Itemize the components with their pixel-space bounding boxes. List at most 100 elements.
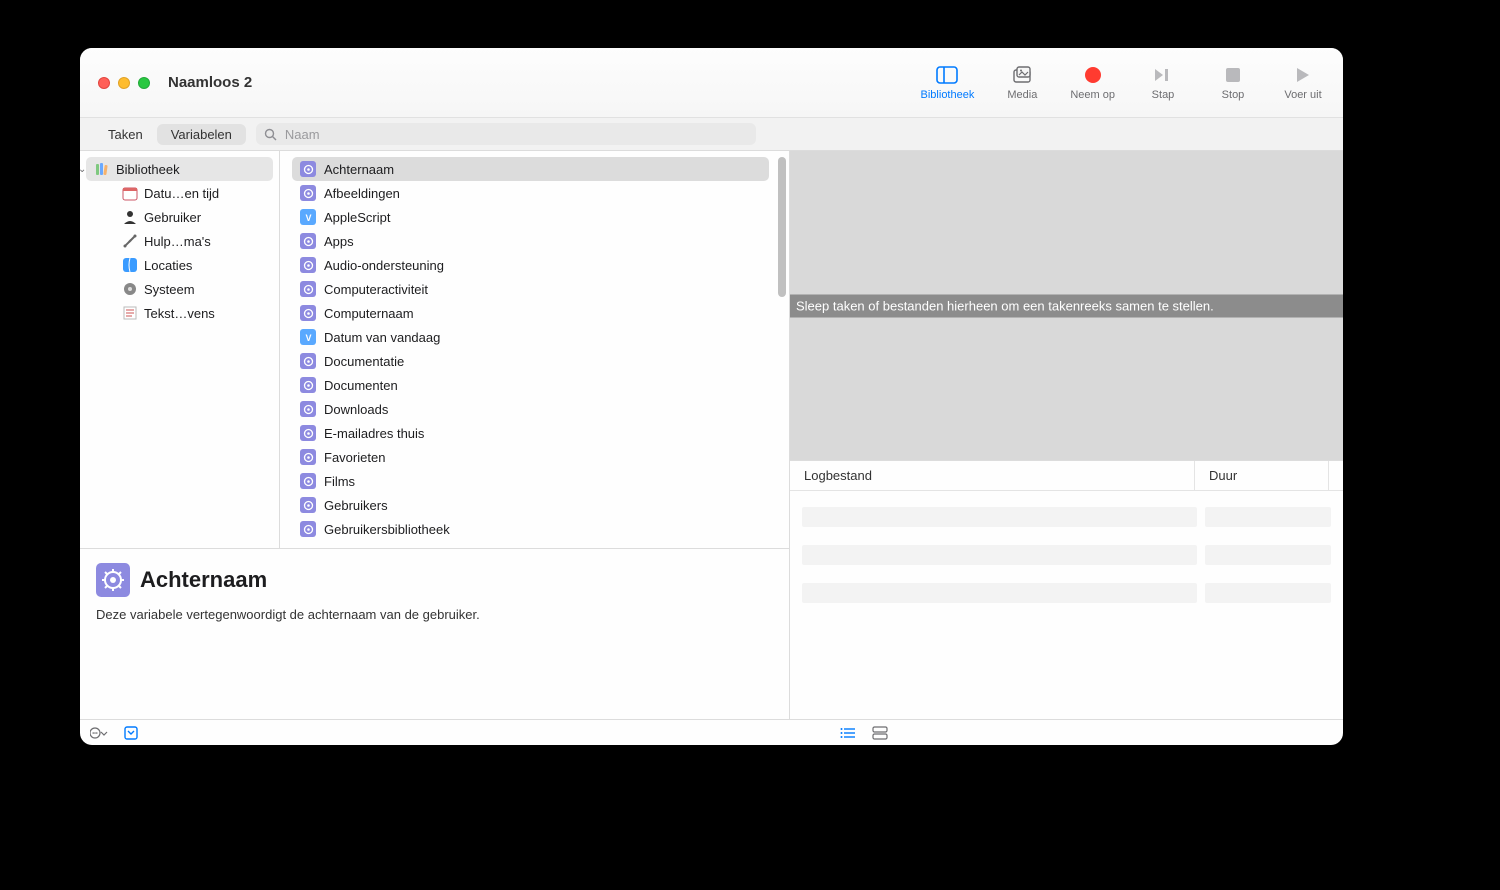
variable-label: E-mailadres thuis [324, 426, 424, 441]
log-col-duration[interactable]: Duur [1195, 461, 1329, 490]
variable-label: Computernaam [324, 306, 414, 321]
variable-gear-icon [300, 161, 316, 177]
description-body: Deze variabele vertegenwoordigt de achte… [96, 607, 773, 622]
zoom-button[interactable] [138, 77, 150, 89]
close-button[interactable] [98, 77, 110, 89]
variable-item[interactable]: Documentatie [292, 349, 769, 373]
category-system[interactable]: Systeem [86, 277, 273, 301]
stop-button[interactable]: Stop [1211, 65, 1255, 101]
minimize-button[interactable] [118, 77, 130, 89]
variable-label: Afbeeldingen [324, 186, 400, 201]
variable-item[interactable]: Films [292, 469, 769, 493]
category-library[interactable]: ⌄ Bibliotheek [86, 157, 273, 181]
log-view-rows[interactable] [871, 724, 889, 742]
tab-tasks[interactable]: Taken [94, 124, 157, 145]
variable-item[interactable]: V Datum van vandaag [292, 325, 769, 349]
variable-label: Documentatie [324, 354, 404, 369]
description-toggle[interactable] [122, 724, 140, 742]
text-icon [122, 305, 138, 321]
tab-variables[interactable]: Variabelen [157, 124, 246, 145]
variable-label: Datum van vandaag [324, 330, 440, 345]
variable-gear-icon [300, 497, 316, 513]
variable-gear-icon [300, 449, 316, 465]
library-icon [94, 161, 110, 177]
variable-item[interactable]: Computeractiviteit [292, 277, 769, 301]
variable-item[interactable]: E-mailadres thuis [292, 421, 769, 445]
variable-item[interactable]: V AppleScript [292, 205, 769, 229]
variable-gear-icon [300, 425, 316, 441]
record-button[interactable]: Neem op [1070, 65, 1115, 101]
variable-item[interactable]: Gebruikers [292, 493, 769, 517]
titlebar: Naamloos 2 Bibliotheek Media Neem op [80, 48, 1343, 118]
description-title: Achternaam [140, 567, 267, 593]
run-button[interactable]: Voer uit [1281, 65, 1325, 101]
variable-item[interactable]: Computernaam [292, 301, 769, 325]
step-icon [1152, 65, 1174, 85]
finder-icon [122, 257, 138, 273]
category-datetime[interactable]: Datu…en tijd [86, 181, 273, 205]
user-icon [122, 209, 138, 225]
category-text[interactable]: Tekst…vens [86, 301, 273, 325]
variable-gear-icon [300, 305, 316, 321]
log-panel: Logbestand Duur [790, 460, 1343, 719]
category-tree[interactable]: ⌄ Bibliotheek Datu…en tijd [80, 151, 280, 548]
svg-text:V: V [305, 213, 311, 223]
status-bar [80, 719, 1343, 745]
variable-label: AppleScript [324, 210, 390, 225]
library-tabs: Taken Variabelen [94, 124, 246, 145]
variable-gear-icon [300, 185, 316, 201]
step-button[interactable]: Stap [1141, 65, 1185, 101]
disclosure-triangle-icon[interactable]: ⌄ [80, 164, 86, 175]
log-col-file[interactable]: Logbestand [790, 461, 1195, 490]
category-user[interactable]: Gebruiker [86, 205, 273, 229]
variable-item[interactable]: Favorieten [292, 445, 769, 469]
variable-item[interactable]: Audio-ondersteuning [292, 253, 769, 277]
variable-item[interactable]: Achternaam [292, 157, 769, 181]
log-row [802, 545, 1331, 565]
workflow-panel: Sleep taken of bestanden hierheen om een… [790, 151, 1343, 719]
log-row [802, 583, 1331, 603]
search-icon [264, 128, 277, 141]
workflow-canvas[interactable]: Sleep taken of bestanden hierheen om een… [790, 151, 1343, 460]
category-locations[interactable]: Locaties [86, 253, 273, 277]
variable-gear-icon [300, 281, 316, 297]
toolbar: Bibliotheek Media Neem op Stap [921, 65, 1325, 101]
variable-item[interactable]: Apps [292, 229, 769, 253]
variable-label: Favorieten [324, 450, 385, 465]
variable-v-icon: V [300, 329, 316, 345]
search-input[interactable] [283, 126, 748, 143]
variable-label: Films [324, 474, 355, 489]
variable-gear-icon [300, 521, 316, 537]
variable-item[interactable]: Downloads [292, 397, 769, 421]
calendar-icon [122, 185, 138, 201]
category-label: Datu…en tijd [144, 186, 219, 201]
category-label: Hulp…ma's [144, 234, 211, 249]
record-icon [1082, 65, 1104, 85]
log-body [790, 491, 1343, 719]
options-menu[interactable] [90, 724, 108, 742]
variable-list[interactable]: Achternaam Afbeeldingen V AppleScript Apps Au… [280, 151, 789, 548]
variable-gear-icon [300, 377, 316, 393]
svg-text:V: V [305, 333, 311, 343]
variable-item[interactable]: Gebruikersbibliotheek [292, 517, 769, 541]
variable-label: Achternaam [324, 162, 394, 177]
category-label: Bibliotheek [116, 162, 180, 177]
category-label: Locaties [144, 258, 192, 273]
variable-label: Gebruikersbibliotheek [324, 522, 450, 537]
variable-item[interactable]: Documenten [292, 373, 769, 397]
search-field[interactable] [256, 123, 756, 145]
media-button[interactable]: Media [1000, 65, 1044, 101]
variable-item[interactable]: Afbeeldingen [292, 181, 769, 205]
scrollbar-thumb[interactable] [778, 157, 786, 297]
category-label: Tekst…vens [144, 306, 215, 321]
drop-hint: Sleep taken of bestanden hierheen om een… [790, 294, 1343, 317]
category-utilities[interactable]: Hulp…ma's [86, 229, 273, 253]
log-view-list[interactable] [839, 724, 857, 742]
window-controls [98, 77, 150, 89]
sidebar-icon [936, 65, 958, 85]
variable-label: Apps [324, 234, 354, 249]
library-button[interactable]: Bibliotheek [921, 65, 975, 101]
variable-label: Downloads [324, 402, 388, 417]
window-title: Naamloos 2 [168, 74, 252, 91]
category-label: Gebruiker [144, 210, 201, 225]
